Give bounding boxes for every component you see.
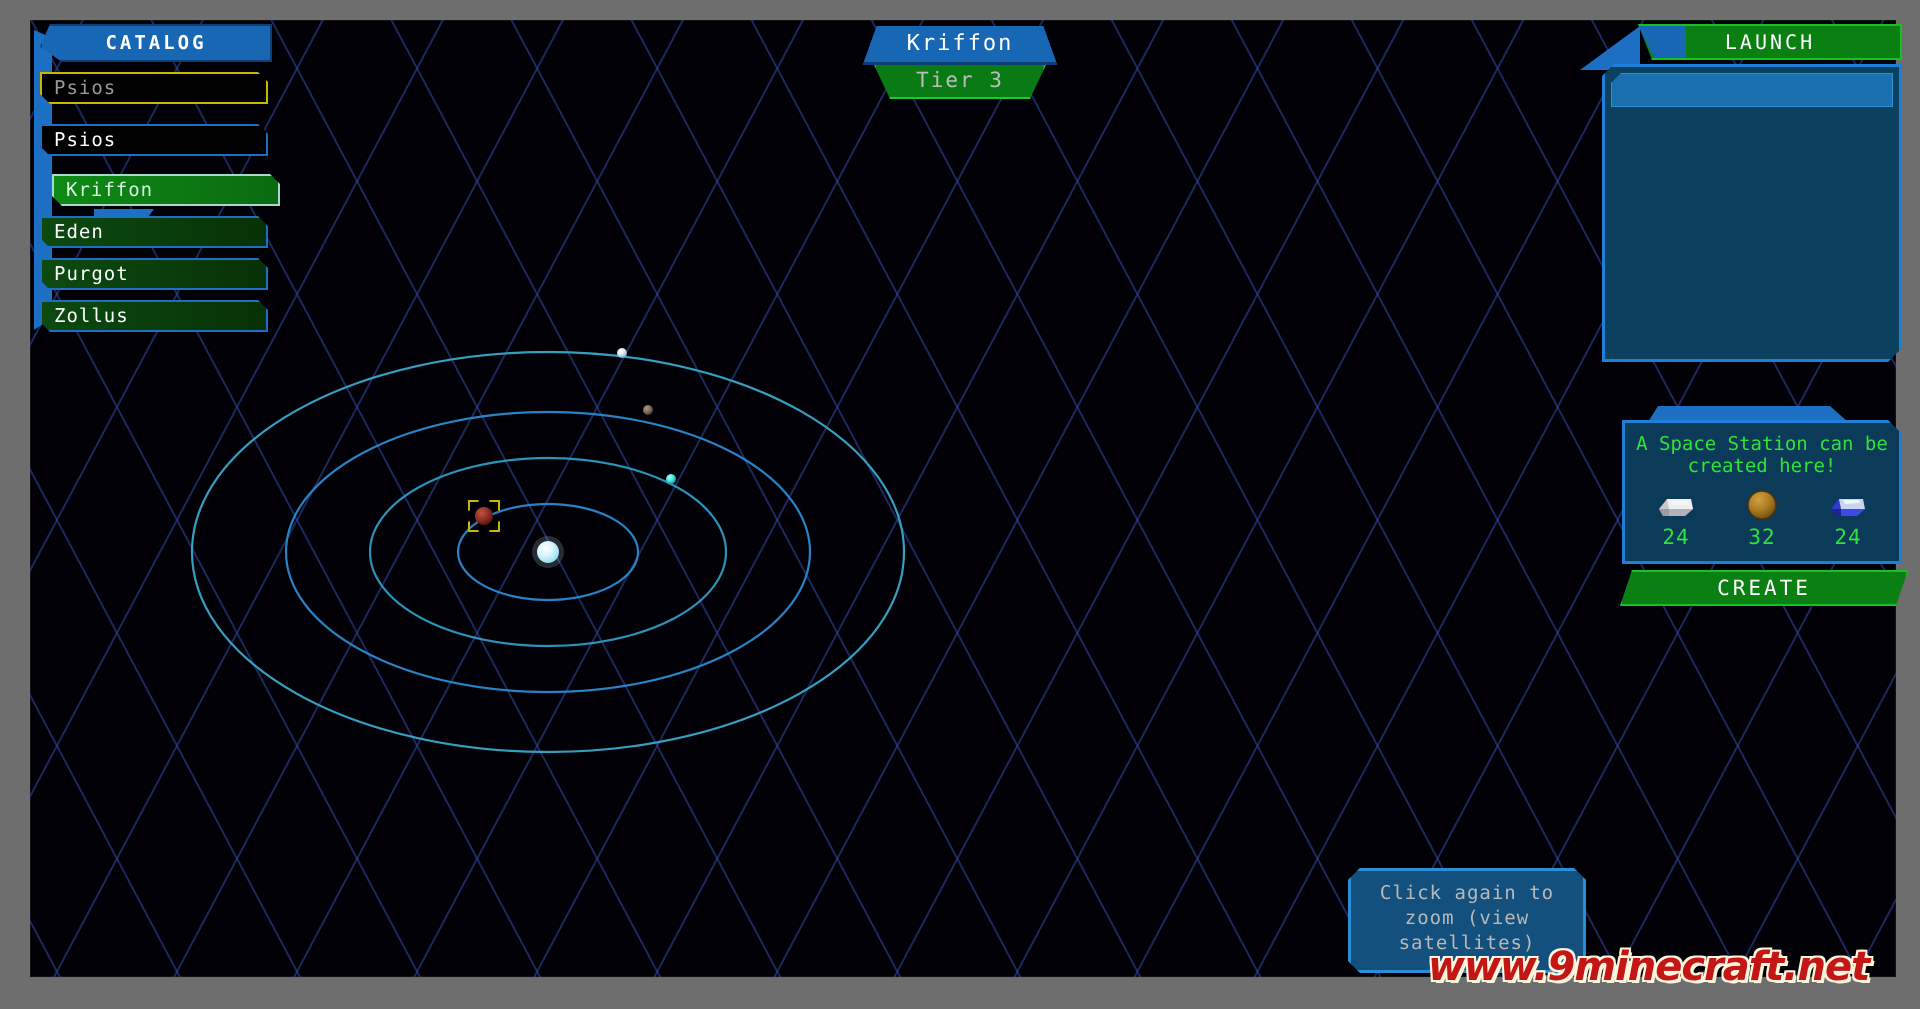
create-space-station-button[interactable]: CREATE bbox=[1620, 570, 1908, 606]
launch-body-header-strip bbox=[1611, 73, 1893, 107]
requirement-item: 24 bbox=[1811, 489, 1885, 549]
catalog-item-eden[interactable]: Eden bbox=[40, 216, 268, 248]
catalog-item-label: Purgot bbox=[54, 263, 129, 285]
body-name-banner: Kriffon bbox=[863, 26, 1058, 65]
catalog-item-label: Psios bbox=[54, 129, 117, 151]
launch-header-wing-decor bbox=[1638, 26, 1686, 58]
selection-bracket bbox=[489, 521, 500, 532]
selection-bracket bbox=[468, 500, 479, 511]
catalog-panel: CATALOG Psios Psios Kriffon Eden Purgot … bbox=[34, 24, 324, 332]
create-button-label: CREATE bbox=[1717, 576, 1811, 600]
selection-bracket bbox=[489, 500, 500, 511]
catalog-header-label: CATALOG bbox=[105, 32, 207, 54]
planet-nodes bbox=[475, 348, 676, 525]
requirement-item: 32 bbox=[1725, 489, 1799, 549]
catalog-header: CATALOG bbox=[40, 24, 272, 62]
site-watermark: www.9minecraft.net bbox=[1428, 944, 1870, 990]
planet-node-eden bbox=[666, 474, 676, 484]
galaxy-map-screen: CATALOG Psios Psios Kriffon Eden Purgot … bbox=[0, 0, 1920, 1009]
requirement-quantity: 24 bbox=[1834, 525, 1862, 549]
catalog-item-label: Zollus bbox=[54, 305, 129, 327]
catalog-item-star-psios[interactable]: Psios bbox=[40, 124, 268, 156]
catalog-item-star-psios-selected[interactable]: Psios bbox=[40, 72, 268, 104]
planet-node-zollus bbox=[617, 348, 627, 358]
body-tier-banner: Tier 3 bbox=[874, 65, 1046, 99]
center-star bbox=[532, 536, 564, 568]
launch-panel: LAUNCH bbox=[1580, 24, 1902, 362]
tin-ingot-icon bbox=[1655, 489, 1697, 521]
catalog-item-label: Psios bbox=[54, 77, 117, 99]
space-station-tab-decor bbox=[1648, 406, 1848, 422]
launch-header[interactable]: LAUNCH bbox=[1638, 24, 1902, 60]
planet-node-purgot bbox=[643, 405, 653, 415]
space-station-requirements: 24 32 24 bbox=[1633, 489, 1891, 549]
catalog-item-label: Kriffon bbox=[66, 179, 154, 201]
requirement-quantity: 32 bbox=[1748, 525, 1776, 549]
requirement-item: 24 bbox=[1639, 489, 1713, 549]
space-station-body: A Space Station can be created here! 24 bbox=[1622, 420, 1902, 564]
space-station-message: A Space Station can be created here! bbox=[1636, 433, 1888, 477]
catalog-item-purgot[interactable]: Purgot bbox=[40, 258, 268, 290]
space-station-panel: A Space Station can be created here! 24 bbox=[1622, 420, 1902, 606]
catalog-item-zollus[interactable]: Zollus bbox=[40, 300, 268, 332]
catalog-header-wing-decor bbox=[278, 27, 314, 59]
steel-ingot-icon bbox=[1827, 489, 1869, 521]
launch-body-list[interactable] bbox=[1602, 64, 1902, 362]
copper-sphere-icon bbox=[1741, 489, 1783, 521]
selected-body-title: Kriffon Tier 3 bbox=[863, 26, 1058, 99]
star-core bbox=[537, 541, 559, 563]
requirement-quantity: 24 bbox=[1662, 525, 1690, 549]
catalog-item-label: Eden bbox=[54, 221, 104, 243]
catalog-item-kriffon[interactable]: Kriffon bbox=[52, 174, 280, 206]
planet-node-kriffon bbox=[475, 507, 493, 525]
launch-header-label: LAUNCH bbox=[1724, 30, 1816, 54]
